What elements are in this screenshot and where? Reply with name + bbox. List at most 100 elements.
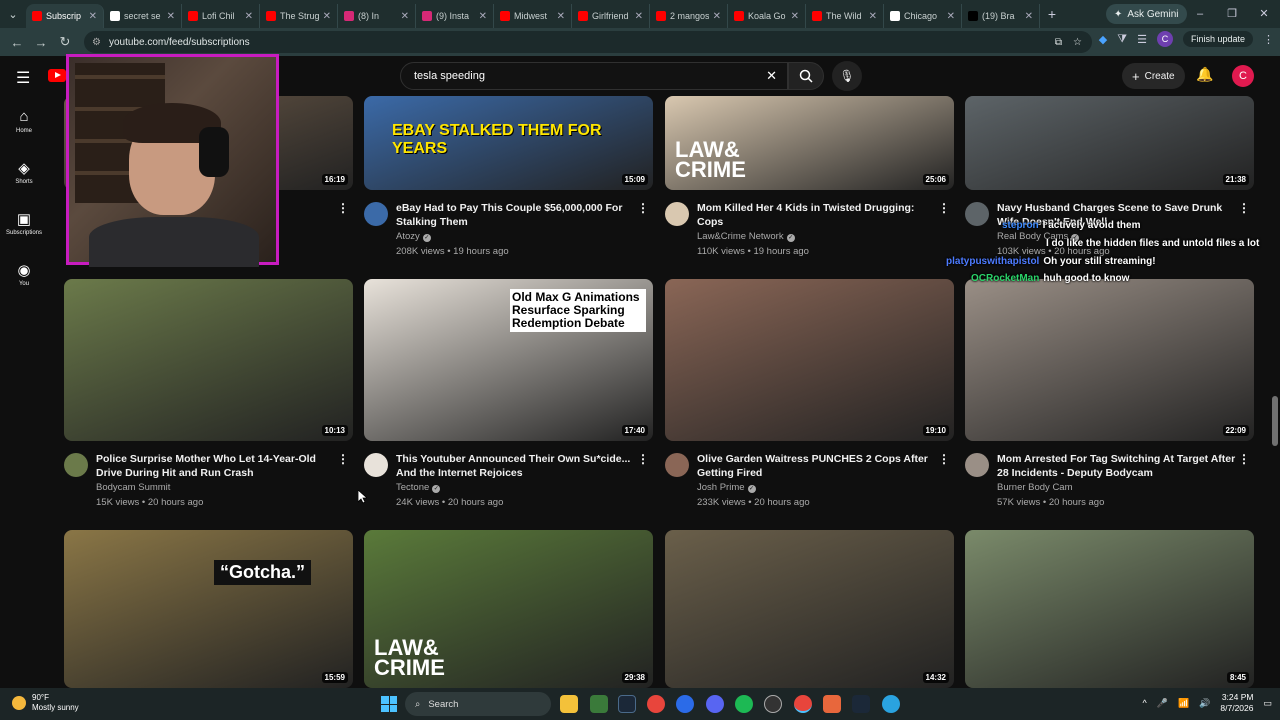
new-tab-button[interactable]: + xyxy=(1040,6,1064,22)
browser-tab[interactable]: 2 mangos ✕ xyxy=(650,4,728,28)
more-options-icon[interactable]: ⋮ xyxy=(637,452,649,466)
tab-groups-icon[interactable]: ☰ xyxy=(1137,33,1147,46)
tab-close-icon[interactable]: ✕ xyxy=(713,11,721,22)
browser-tab[interactable]: Lofi Chil ✕ xyxy=(182,4,260,28)
restore-button[interactable]: ❐ xyxy=(1216,0,1248,28)
bookmark-star-icon[interactable]: ☆ xyxy=(1073,37,1082,48)
discord-icon[interactable] xyxy=(706,695,724,713)
finish-update-button[interactable]: Finish update xyxy=(1182,31,1253,47)
video-title[interactable]: eBay Had to Pay This Couple $56,000,000 … xyxy=(396,201,636,229)
more-options-icon[interactable]: ⋮ xyxy=(637,201,649,215)
reload-button[interactable]: ↻ xyxy=(54,34,76,50)
chrome-active-icon[interactable] xyxy=(794,695,812,713)
scrollbar-thumb[interactable] xyxy=(1272,396,1278,446)
video-card[interactable]: EBAY STALKED THEM FOR YEARS 15:09 eBay H… xyxy=(364,96,653,257)
channel-avatar[interactable] xyxy=(965,202,989,226)
minimize-button[interactable]: – xyxy=(1184,0,1216,28)
video-thumbnail[interactable]: 21:38 xyxy=(965,96,1254,190)
video-card[interactable]: 8:45 xyxy=(965,530,1254,688)
video-card[interactable]: 22:09 Mom Arrested For Tag Switching At … xyxy=(965,279,1254,508)
tab-close-icon[interactable]: ✕ xyxy=(245,11,253,22)
tab-search-button[interactable]: ⌄ xyxy=(0,0,26,28)
tab-close-icon[interactable]: ✕ xyxy=(167,11,175,22)
channel-avatar[interactable] xyxy=(665,202,689,226)
nav-item-you[interactable]: ◉ You xyxy=(0,261,48,287)
video-title[interactable]: Police Surprise Mother Who Let 14-Year-O… xyxy=(96,452,336,480)
tray-chevron-icon[interactable]: ^ xyxy=(1143,698,1147,708)
browser-tab[interactable]: The Wild ✕ xyxy=(806,4,884,28)
install-app-icon[interactable]: ⧉ xyxy=(1055,37,1062,48)
taskbar-search[interactable]: ⌕ Search xyxy=(405,692,551,716)
tab-close-icon[interactable]: ✕ xyxy=(557,11,565,22)
video-title[interactable]: Olive Garden Waitress PUNCHES 2 Cops Aft… xyxy=(697,452,937,480)
browser-menu-icon[interactable]: ⋮ xyxy=(1263,33,1274,46)
more-options-icon[interactable]: ⋮ xyxy=(1238,452,1250,466)
steam-app-icon[interactable] xyxy=(852,695,870,713)
channel-name[interactable]: Atozy ✓ xyxy=(396,231,431,242)
nav-item-home[interactable]: ⌂ Home xyxy=(0,108,48,134)
youtube-account-avatar[interactable]: C xyxy=(1232,65,1254,87)
browser-tab[interactable]: Midwest ✕ xyxy=(494,4,572,28)
channel-avatar[interactable] xyxy=(665,453,689,477)
notification-icon[interactable]: ▭ xyxy=(1263,698,1272,709)
channel-name[interactable]: Tectone ✓ xyxy=(396,482,441,493)
clear-search-icon[interactable]: ✕ xyxy=(766,68,777,84)
browser-tab[interactable]: secret se ✕ xyxy=(104,4,182,28)
browser-tab[interactable]: The Strug ✕ xyxy=(260,4,338,28)
app-icon-cyan[interactable] xyxy=(882,695,900,713)
browser-tab[interactable]: Girlfriend ✕ xyxy=(572,4,650,28)
tab-close-icon[interactable]: ✕ xyxy=(323,11,331,22)
volume-icon[interactable]: 🔊 xyxy=(1199,698,1210,709)
start-button[interactable] xyxy=(381,696,397,712)
page-scrollbar[interactable] xyxy=(1270,96,1280,688)
tab-close-icon[interactable]: ✕ xyxy=(1025,11,1033,22)
more-options-icon[interactable]: ⋮ xyxy=(337,201,349,215)
more-options-icon[interactable]: ⋮ xyxy=(1238,201,1250,215)
video-card[interactable]: 14:32 xyxy=(665,530,954,688)
browser-profile-avatar[interactable]: C xyxy=(1156,31,1173,47)
forward-button[interactable]: → xyxy=(30,35,52,50)
app-icon-orange[interactable] xyxy=(823,695,841,713)
channel-avatar[interactable] xyxy=(364,202,388,226)
hamburger-menu-icon[interactable]: ☰ xyxy=(16,68,30,88)
browser-tab[interactable]: (19) Bra ✕ xyxy=(962,4,1040,28)
video-title[interactable]: Mom Killed Her 4 Kids in Twisted Druggin… xyxy=(697,201,937,229)
ask-gemini-button[interactable]: ✦ Ask Gemini xyxy=(1106,4,1187,24)
channel-avatar[interactable] xyxy=(965,453,989,477)
video-card[interactable]: LAW& CRIME 29:38 xyxy=(364,530,653,688)
video-card[interactable]: 10:13 Police Surprise Mother Who Let 14-… xyxy=(64,279,353,508)
nav-item-subscriptions[interactable]: ▣ Subscriptions xyxy=(0,210,48,236)
chrome-icon[interactable] xyxy=(647,695,665,713)
tab-close-icon[interactable]: ✕ xyxy=(791,11,799,22)
more-options-icon[interactable]: ⋮ xyxy=(337,452,349,466)
site-info-icon[interactable]: ⚙ xyxy=(92,37,101,48)
video-thumbnail[interactable]: 19:10 xyxy=(665,279,954,441)
video-thumbnail[interactable]: LAW& CRIME 29:38 xyxy=(364,530,653,688)
channel-name[interactable]: Burner Body Cam xyxy=(997,482,1073,493)
steam-icon[interactable] xyxy=(618,695,636,713)
voice-search-button[interactable]: 🎙 xyxy=(832,61,862,91)
more-options-icon[interactable]: ⋮ xyxy=(938,201,950,215)
video-card[interactable]: “Gotcha.” 15:59 xyxy=(64,530,353,688)
tab-close-icon[interactable]: ✕ xyxy=(401,11,409,22)
video-thumbnail[interactable]: 22:09 xyxy=(965,279,1254,441)
nav-item-shorts[interactable]: ◈ Shorts xyxy=(0,159,48,185)
tab-close-icon[interactable]: ✕ xyxy=(947,11,955,22)
tab-close-icon[interactable]: ✕ xyxy=(89,11,97,22)
tab-close-icon[interactable]: ✕ xyxy=(635,11,643,22)
video-thumbnail[interactable]: LAW& CRIME 25:06 xyxy=(665,96,954,190)
app-icon-blue[interactable] xyxy=(676,695,694,713)
spotify-icon[interactable] xyxy=(735,695,753,713)
address-bar[interactable]: ⚙ youtube.com/feed/subscriptions ☆ ⧉ xyxy=(84,31,1092,53)
channel-name[interactable]: Law&Crime Network ✓ xyxy=(697,231,795,242)
video-thumbnail[interactable]: EBAY STALKED THEM FOR YEARS 15:09 xyxy=(364,96,653,190)
video-title[interactable]: This Youtuber Announced Their Own Su*cid… xyxy=(396,452,636,480)
close-window-button[interactable]: ✕ xyxy=(1248,0,1280,28)
back-button[interactable]: ← xyxy=(6,35,28,50)
file-explorer-icon[interactable] xyxy=(560,695,578,713)
browser-tab[interactable]: (9) Insta ✕ xyxy=(416,4,494,28)
notifications-bell-icon[interactable]: 🔔 xyxy=(1196,66,1213,83)
channel-avatar[interactable] xyxy=(364,453,388,477)
youtube-logo[interactable] xyxy=(48,69,66,82)
channel-name[interactable]: Bodycam Summit xyxy=(96,482,170,493)
